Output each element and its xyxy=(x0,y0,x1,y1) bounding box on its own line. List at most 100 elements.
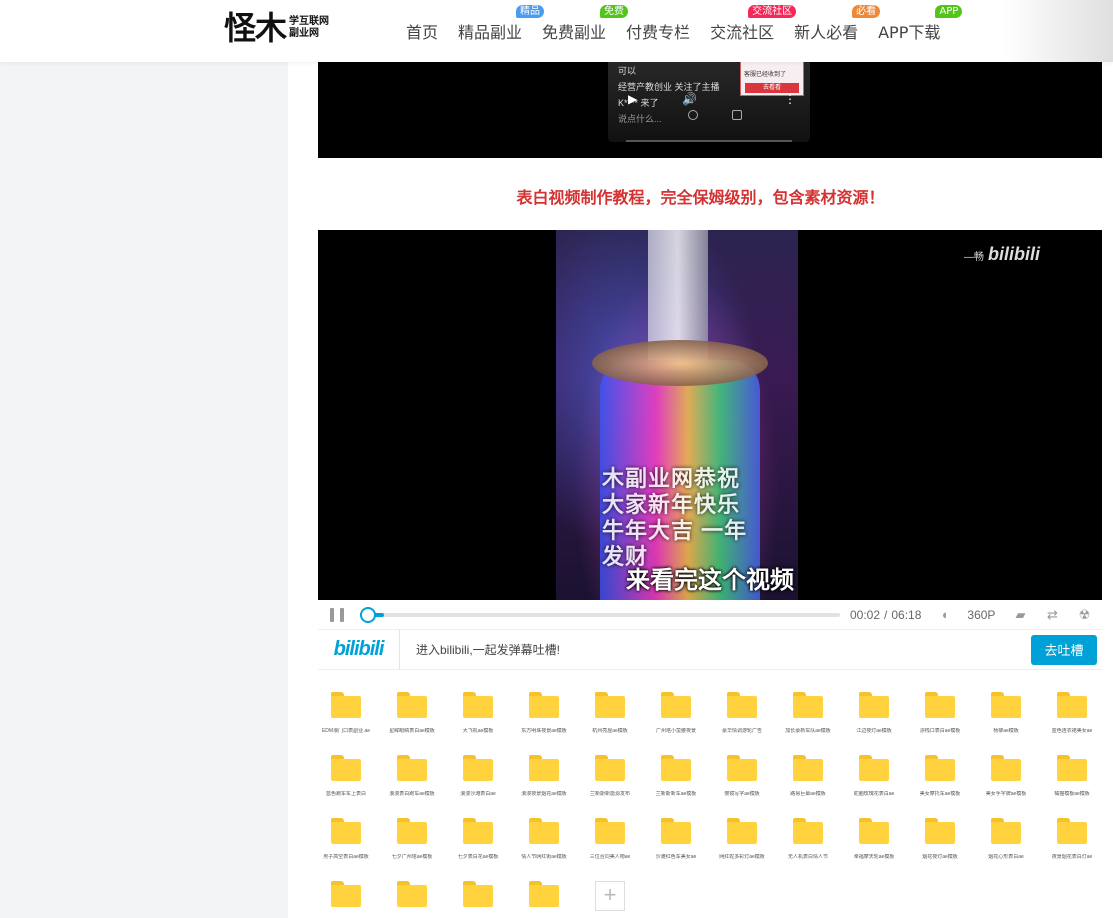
file-item[interactable]: 兰新斯新能源发布 xyxy=(582,751,638,811)
file-name: 加长豪新车队ae模板 xyxy=(785,728,831,734)
file-item[interactable]: 江边夜灯ae模板 xyxy=(846,688,902,748)
player-controls: 00:02/06:18 ◖ 360P ▰ ⇄ ☢ xyxy=(318,600,1102,630)
site-logo[interactable]: 怪木 学互联网副业网 xyxy=(224,10,337,46)
folder-icon xyxy=(661,692,691,718)
video-comment-1: 可以 xyxy=(618,66,637,76)
video-player-main[interactable]: 木副业网恭祝大家新年快乐 牛年大吉 一年发财 来看完这个视频 —畅 bilibil… xyxy=(318,230,1102,600)
file-name: 蛇脑玫瑰花表白ae xyxy=(853,791,895,797)
loop-icon[interactable]: ⇄ xyxy=(1043,607,1061,623)
record-icon[interactable] xyxy=(688,110,698,120)
file-item[interactable]: 蓝色跑车车上表白 xyxy=(318,751,374,811)
nav-item-label: 精品副业 xyxy=(458,23,523,42)
file-name: 网红蛇多彩灯ae模板 xyxy=(719,854,765,860)
file-item[interactable] xyxy=(384,877,440,918)
file-name: 无人机表白情人节 xyxy=(787,854,828,860)
file-item[interactable]: 七夕广州塔ae模板 xyxy=(384,814,440,874)
file-item[interactable]: 大飞机ae模板 xyxy=(450,688,506,748)
file-item[interactable] xyxy=(450,877,506,918)
bilibili-logo[interactable]: bilibili xyxy=(318,629,400,670)
file-item[interactable]: 网红蛇多彩灯ae模板 xyxy=(714,814,770,874)
volume-icon[interactable]: 🔊 xyxy=(682,92,697,106)
file-item[interactable]: 浪漫表白跑车ae模板 xyxy=(384,751,440,811)
file-item[interactable]: 杭州亮屋ae模板 xyxy=(582,688,638,748)
play-icon[interactable]: ▶ xyxy=(628,92,637,106)
folder-icon xyxy=(529,881,559,907)
file-item[interactable]: 蓝色连衣裙美女ae xyxy=(1044,688,1100,748)
file-item[interactable] xyxy=(318,877,374,918)
nav-item-label: 交流社区 xyxy=(710,23,775,42)
file-item[interactable]: 三位合同美人物ae xyxy=(582,814,638,874)
progress-track[interactable] xyxy=(360,606,840,623)
file-item[interactable]: 兰新斯新车ae模板 xyxy=(648,751,704,811)
folder-icon xyxy=(991,818,1021,844)
nav-item[interactable]: 免费副业 免费 xyxy=(542,5,629,43)
add-file-button[interactable]: + xyxy=(595,881,625,911)
danmaku-prompt[interactable]: 进入bilibili,一起发弹幕吐槽! xyxy=(416,641,1031,658)
file-name: EDM浪门口表副业.ae xyxy=(321,728,371,734)
file-item[interactable]: 情人节网红街ae模板 xyxy=(516,814,572,874)
pause-icon[interactable] xyxy=(330,607,344,622)
file-item[interactable]: 男子高空表白ae模板 xyxy=(318,814,374,874)
current-time: 00:02 xyxy=(850,607,881,622)
file-name: 夜景烟花表白灯ae xyxy=(1051,854,1093,860)
folder-icon xyxy=(595,818,625,844)
file-item[interactable]: 加长豪新车队ae模板 xyxy=(780,688,836,748)
danmaku-send-button[interactable]: 去吐槽 xyxy=(1031,634,1097,665)
danmaku-toggle-icon[interactable]: ▰ xyxy=(1011,607,1029,623)
tower-led-text: 木副业网恭祝大家新年快乐 牛年大吉 一年发财 xyxy=(602,466,748,569)
folder-icon xyxy=(529,818,559,844)
file-item[interactable]: 东方明珠夜景ae模板 xyxy=(516,688,572,748)
file-item[interactable]: 无人机表白情人节 xyxy=(780,814,836,874)
file-item[interactable]: 浪漫夜景烟花ae模板 xyxy=(516,751,572,811)
nav-item[interactable]: 付费专栏 xyxy=(626,19,690,43)
folder-icon xyxy=(727,818,757,844)
file-item[interactable]: 浪漫沙滩表白ae xyxy=(450,751,506,811)
radiation-icon[interactable]: ☢ xyxy=(1075,607,1093,623)
file-item[interactable]: 杨柳ae模板 xyxy=(978,688,1034,748)
file-item[interactable]: 幸福摩天轮ae模板 xyxy=(846,814,902,874)
file-item[interactable]: 慢镜写字ae模板 xyxy=(714,751,770,811)
folder-icon xyxy=(331,881,361,907)
file-name: 大飞机ae模板 xyxy=(462,728,494,734)
progress-knob[interactable] xyxy=(360,606,377,623)
file-name: 男子高空表白ae模板 xyxy=(323,854,369,860)
file-item[interactable]: 漂栈口表白ae模板 xyxy=(912,688,968,748)
nav-item[interactable]: 新人必看 必看 xyxy=(794,5,881,43)
file-item[interactable]: 美女摩托车ae模板 xyxy=(912,751,968,811)
file-item[interactable]: 夜景烟花表白灯ae xyxy=(1044,814,1100,874)
more-icon[interactable]: ⋮ xyxy=(784,92,796,106)
file-item[interactable]: 豪华情调游轮广告 xyxy=(714,688,770,748)
nav-item[interactable]: 首页 xyxy=(406,19,438,43)
file-item[interactable]: 七夕表白花ae模板 xyxy=(450,814,506,874)
file-name: 幸福摩天轮ae模板 xyxy=(853,854,895,860)
bilibili-watermark: —畅 bilibili xyxy=(964,244,1040,265)
folder-icon xyxy=(793,755,823,781)
file-item[interactable]: EDM浪门口表副业.ae xyxy=(318,688,374,748)
folder-icon xyxy=(1057,755,1087,781)
file-item[interactable]: 美女手字牌ae模板 xyxy=(978,751,1034,811)
video-embed-top[interactable]: 可以 经营产教创业 关注了主播 K**** 来了 说点什么... 客服已经收到了… xyxy=(318,62,1102,158)
file-name: 沙滩红色车美女ae xyxy=(655,854,697,860)
tower-video-frame: 木副业网恭祝大家新年快乐 牛年大吉 一年发财 xyxy=(556,230,798,600)
file-item[interactable]: 路易巨幕ae模板 xyxy=(780,751,836,811)
volume-icon[interactable]: ◖ xyxy=(935,607,953,622)
file-item[interactable]: 广州塔小蛮腰夜景 xyxy=(648,688,704,748)
fullscreen-icon[interactable] xyxy=(732,110,742,120)
nav-item[interactable]: APP下载 APP xyxy=(878,5,963,43)
nav-badge: 免费 xyxy=(600,5,629,18)
nav-item[interactable]: 交流社区 交流社区 xyxy=(710,5,797,43)
file-item[interactable]: 烟花夜灯ae模板 xyxy=(912,814,968,874)
file-item[interactable]: 橘猫模板ae模板 xyxy=(1044,751,1100,811)
nav-item-label: 付费专栏 xyxy=(626,23,691,42)
file-item[interactable]: 星眸眼睛表白ae模板 xyxy=(384,688,440,748)
file-item[interactable] xyxy=(516,877,572,918)
quality-selector[interactable]: 360P xyxy=(967,608,995,622)
phone-screen-frame: 可以 经营产教创业 关注了主播 K**** 来了 说点什么... 客服已经收到了… xyxy=(608,62,810,142)
header-fade-overlay xyxy=(1003,0,1113,62)
file-item[interactable]: 沙滩红色车美女ae xyxy=(648,814,704,874)
file-item[interactable]: 烟花心形表白ae xyxy=(978,814,1034,874)
file-item[interactable]: 蛇脑玫瑰花表白ae xyxy=(846,751,902,811)
watermark-text: bilibili xyxy=(988,244,1040,264)
nav-item[interactable]: 精品副业 精品 xyxy=(458,5,545,43)
folder-icon xyxy=(331,755,361,781)
